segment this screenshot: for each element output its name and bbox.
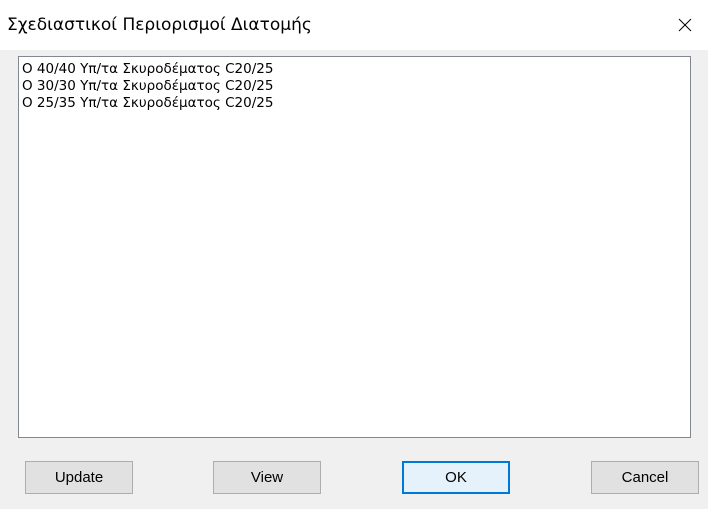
ok-button[interactable]: OK [402,461,510,494]
update-button[interactable]: Update [25,461,133,494]
dialog-window: Σχεδιαστικοί Περιορισμοί Διατομής O 40/4… [0,0,708,509]
close-button[interactable] [662,0,708,50]
window-title: Σχεδιαστικοί Περιορισμοί Διατομής [7,15,312,35]
title-bar: Σχεδιαστικοί Περιορισμοί Διατομής [0,0,708,50]
constraints-listbox[interactable]: O 40/40 Υπ/τα Σκυροδέματος C20/25 O 30/3… [18,56,691,438]
list-item[interactable]: O 30/30 Υπ/τα Σκυροδέματος C20/25 [19,78,690,95]
view-button[interactable]: View [213,461,321,494]
list-item[interactable]: O 40/40 Υπ/τα Σκυροδέματος C20/25 [19,61,690,78]
list-item[interactable]: O 25/35 Υπ/τα Σκυροδέματος C20/25 [19,95,690,112]
close-icon [678,18,692,32]
cancel-button[interactable]: Cancel [591,461,699,494]
